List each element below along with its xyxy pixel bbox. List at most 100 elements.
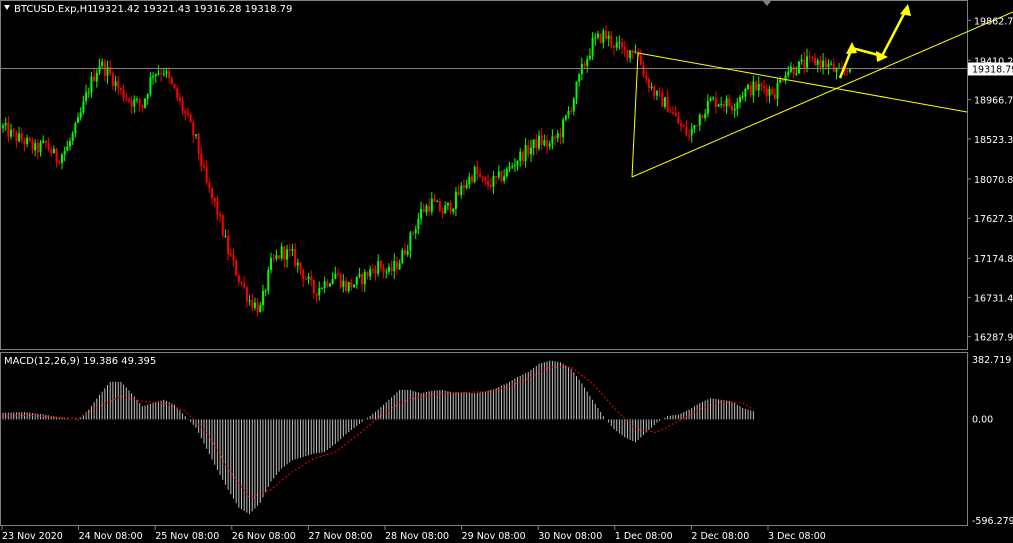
candle-body (776, 83, 779, 99)
candle-body (71, 133, 74, 142)
candle-body (830, 63, 833, 65)
candle-body (256, 302, 259, 313)
candle-body (168, 71, 171, 78)
ascending-trend-line[interactable] (631, 11, 1013, 178)
candle-body (141, 104, 144, 108)
candle-body (176, 88, 179, 98)
projection-arrows[interactable] (838, 4, 911, 79)
candle-body (243, 283, 246, 288)
candle-body (535, 139, 538, 149)
candle-body (546, 140, 549, 147)
candle-body (7, 122, 10, 137)
candle-body (559, 133, 562, 138)
candle-body (503, 176, 506, 182)
candle-body (739, 97, 741, 103)
candle-body (194, 134, 197, 136)
candle-body (819, 60, 822, 68)
candle-body (615, 42, 618, 48)
current-price-value: 19318.79 (972, 64, 1013, 75)
candle-body (586, 58, 589, 67)
candle-body (527, 145, 530, 155)
candle-body (69, 141, 71, 147)
trading-chart[interactable]: BTCUSD.Exp,H1 19321.42 19321.43 19316.28… (0, 0, 1013, 543)
candle-body (460, 185, 463, 196)
candle-body (444, 205, 447, 214)
candle-body (125, 98, 128, 100)
candle-body (44, 140, 47, 144)
candle-body (366, 271, 369, 277)
candle-body (602, 30, 605, 43)
candle-body (229, 254, 232, 256)
candle-body (79, 112, 82, 118)
candle-body (481, 176, 484, 178)
candle-body (572, 98, 575, 112)
candle-body (744, 88, 747, 97)
candle-body (827, 64, 830, 68)
candle-body (393, 261, 396, 272)
candle-body (272, 258, 275, 260)
price-tick-label: 17174.85 (974, 254, 1013, 265)
candle-body (529, 147, 532, 155)
candle-body (385, 271, 388, 273)
candle-body (82, 101, 85, 113)
candle-body (661, 92, 664, 107)
candle-body (211, 187, 214, 198)
candle-body (658, 91, 661, 93)
candle-body (519, 151, 522, 162)
candle-body (227, 235, 230, 255)
candle-body (591, 38, 594, 56)
symbol-menu-icon[interactable] (4, 5, 10, 10)
candle-body (583, 63, 586, 67)
candle-body (315, 293, 318, 296)
triangle-base-line[interactable] (631, 52, 639, 178)
candle-body (420, 208, 423, 219)
time-tick-label: 3 Dec 08:00 (768, 531, 826, 542)
candle-body (765, 88, 768, 96)
time-tick-label: 27 Nov 08:00 (308, 531, 372, 542)
candle-body (412, 232, 415, 234)
candle-body (690, 128, 693, 136)
candle-body (610, 35, 613, 46)
candle-body (682, 125, 685, 127)
candle-body (390, 267, 393, 272)
candle-body (235, 260, 238, 276)
candle-body (387, 267, 390, 272)
candle-body (814, 58, 817, 65)
candle-body (538, 135, 540, 149)
time-tick-label: 26 Nov 08:00 (232, 531, 296, 542)
candle-body (468, 176, 471, 185)
candle-body (696, 125, 699, 127)
candle-body (832, 63, 835, 72)
candlestick-series (2, 25, 851, 317)
candle-body (294, 249, 297, 266)
candle-body (213, 197, 216, 202)
price-tick-label: 18966.75 (974, 96, 1013, 107)
candle-body (379, 261, 382, 268)
candle-body (645, 75, 648, 79)
candle-body (328, 283, 331, 287)
candle-body (578, 74, 581, 82)
candle-body (701, 114, 704, 119)
indicator-pane-frame (0, 352, 968, 526)
candle-body (23, 140, 26, 145)
candle-body (567, 111, 570, 116)
candle-body (548, 143, 551, 147)
candle-body (663, 97, 666, 107)
candle-body (511, 166, 514, 168)
candle-body (524, 145, 527, 162)
candle-body (797, 61, 800, 74)
candle-body (653, 86, 656, 96)
candle-body (787, 71, 790, 76)
candle-body (133, 99, 136, 107)
candle-body (127, 99, 130, 101)
chart-shift-icon[interactable] (762, 0, 772, 6)
time-axis: 23 Nov 2020 24 Nov 08:00 25 Nov 08:00 26 No… (1, 526, 826, 542)
candle-body (650, 86, 653, 89)
candle-body (144, 98, 147, 108)
candle-body (361, 274, 364, 285)
candle-body (2, 125, 4, 128)
candle-body (741, 96, 744, 98)
candle-body (551, 136, 554, 144)
candle-body (747, 85, 750, 89)
candle-body (516, 161, 519, 166)
